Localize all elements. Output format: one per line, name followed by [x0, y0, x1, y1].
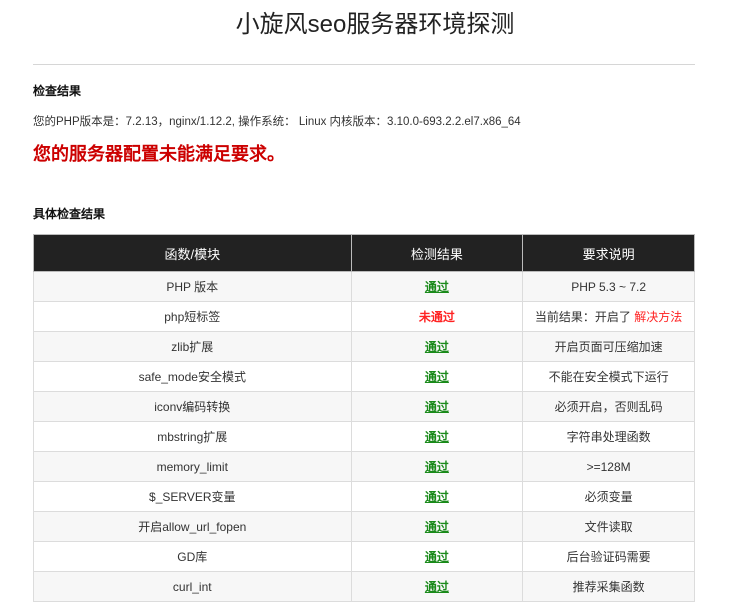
status-pass: 通过: [424, 520, 449, 534]
requirement-note-cell: >=128M: [522, 451, 695, 482]
table-row: memory_limit 通过 >=128M: [33, 451, 695, 482]
table-row: zlib扩展 通过 开启页面可压缩加速: [33, 331, 695, 362]
environment-info: 您的PHP版本是：7.2.13，nginx/1.12.2, 操作系统： Linu…: [33, 116, 521, 128]
requirement-note-cell: 当前结果：开启了 解决方法: [522, 301, 695, 332]
requirement-note-cell: 必须变量: [522, 481, 695, 512]
requirement-note-cell: 文件读取: [522, 511, 695, 542]
table-row: safe_mode安全模式 通过 不能在安全模式下运行: [33, 361, 695, 392]
table-row: curl_int 通过 推荐采集函数: [33, 571, 695, 602]
header-note: 要求说明: [522, 234, 695, 272]
table-row: $_SERVER变量 通过 必须变量: [33, 481, 695, 512]
module-name: $_SERVER变量: [33, 481, 352, 512]
module-name: PHP 版本: [33, 271, 352, 302]
requirement-note-cell: 必须开启，否则乱码: [522, 391, 695, 422]
status-pass: 通过: [424, 400, 449, 414]
requirement-note-cell: 不能在安全模式下运行: [522, 361, 695, 392]
requirement-note: PHP 5.3 ~ 7.2: [571, 279, 647, 294]
page-title: 小旋风seo服务器环境探测: [235, 11, 515, 38]
table-row: PHP 版本 通过 PHP 5.3 ~ 7.2: [33, 271, 695, 302]
section-title-check-result: 检查结果: [33, 84, 82, 98]
requirement-note-cell: 开启页面可压缩加速: [522, 331, 695, 362]
module-name: zlib扩展: [33, 331, 352, 362]
check-results-table: 函数/模块 检测结果 要求说明 PHP 版本 通过 PHP 5.3 ~ 7.2 php…: [33, 234, 695, 602]
divider: [33, 64, 695, 65]
status-pass: 通过: [424, 340, 449, 354]
result-cell: 通过: [350, 331, 524, 362]
table-row: php短标签 未通过 当前结果：开启了 解决方法: [33, 301, 695, 332]
result-cell: 通过: [350, 361, 524, 392]
table-row: mbstring扩展 通过 字符串处理函数: [33, 421, 695, 452]
result-cell: 通过: [350, 451, 524, 482]
requirement-note: 推荐采集函数: [572, 580, 645, 594]
module-name: 开启allow_url_fopen: [33, 511, 352, 542]
result-cell: 通过: [350, 541, 524, 572]
status-fail: 未通过: [418, 310, 455, 324]
requirement-note-cell: 字符串处理函数: [522, 421, 695, 452]
module-name: GD库: [33, 541, 352, 572]
solution-link[interactable]: 解决方法: [634, 310, 682, 324]
status-pass: 通过: [424, 280, 449, 294]
status-pass: 通过: [424, 430, 449, 444]
status-pass: 通过: [424, 580, 449, 594]
module-name: mbstring扩展: [33, 421, 352, 452]
requirement-note-cell: PHP 5.3 ~ 7.2: [522, 271, 695, 302]
requirement-note: 文件读取: [584, 520, 633, 534]
status-pass: 通过: [424, 370, 449, 384]
status-pass: 通过: [424, 550, 449, 564]
status-pass: 通过: [424, 490, 449, 504]
requirement-note: 开启页面可压缩加速: [554, 340, 663, 354]
table-row: GD库 通过 后台验证码需要: [33, 541, 695, 572]
result-cell: 通过: [350, 271, 524, 302]
module-name: iconv编码转换: [33, 391, 352, 422]
result-cell: 通过: [350, 481, 524, 512]
result-cell: 通过: [350, 391, 524, 422]
result-cell: 未通过: [350, 301, 524, 332]
header-result: 检测结果: [350, 234, 524, 272]
requirement-note: 后台验证码需要: [566, 550, 651, 564]
requirement-note-cell: 后台验证码需要: [522, 541, 695, 572]
table-row: iconv编码转换 通过 必须开启，否则乱码: [33, 391, 695, 422]
result-cell: 通过: [350, 511, 524, 542]
requirement-note: 必须开启，否则乱码: [554, 400, 663, 414]
requirement-note: 不能在安全模式下运行: [548, 370, 669, 384]
module-name: curl_int: [33, 571, 352, 602]
requirement-note-cell: 推荐采集函数: [522, 571, 695, 602]
requirement-note: 字符串处理函数: [566, 430, 651, 444]
module-name: php短标签: [33, 301, 352, 332]
header-module: 函数/模块: [33, 234, 352, 272]
result-cell: 通过: [350, 571, 524, 602]
module-name: safe_mode安全模式: [33, 361, 352, 392]
requirement-note: 必须变量: [584, 490, 633, 504]
section-title-detail-result: 具体检查结果: [33, 207, 106, 221]
table-row: 开启allow_url_fopen 通过 文件读取: [33, 511, 695, 542]
table-header-row: 函数/模块 检测结果 要求说明: [33, 234, 695, 272]
requirement-note: >=128M: [586, 459, 631, 474]
status-pass: 通过: [424, 460, 449, 474]
failure-message: 您的服务器配置未能满足要求。: [33, 144, 285, 164]
module-name: memory_limit: [33, 451, 352, 482]
requirement-note: 当前结果：开启了: [534, 310, 631, 324]
result-cell: 通过: [350, 421, 524, 452]
